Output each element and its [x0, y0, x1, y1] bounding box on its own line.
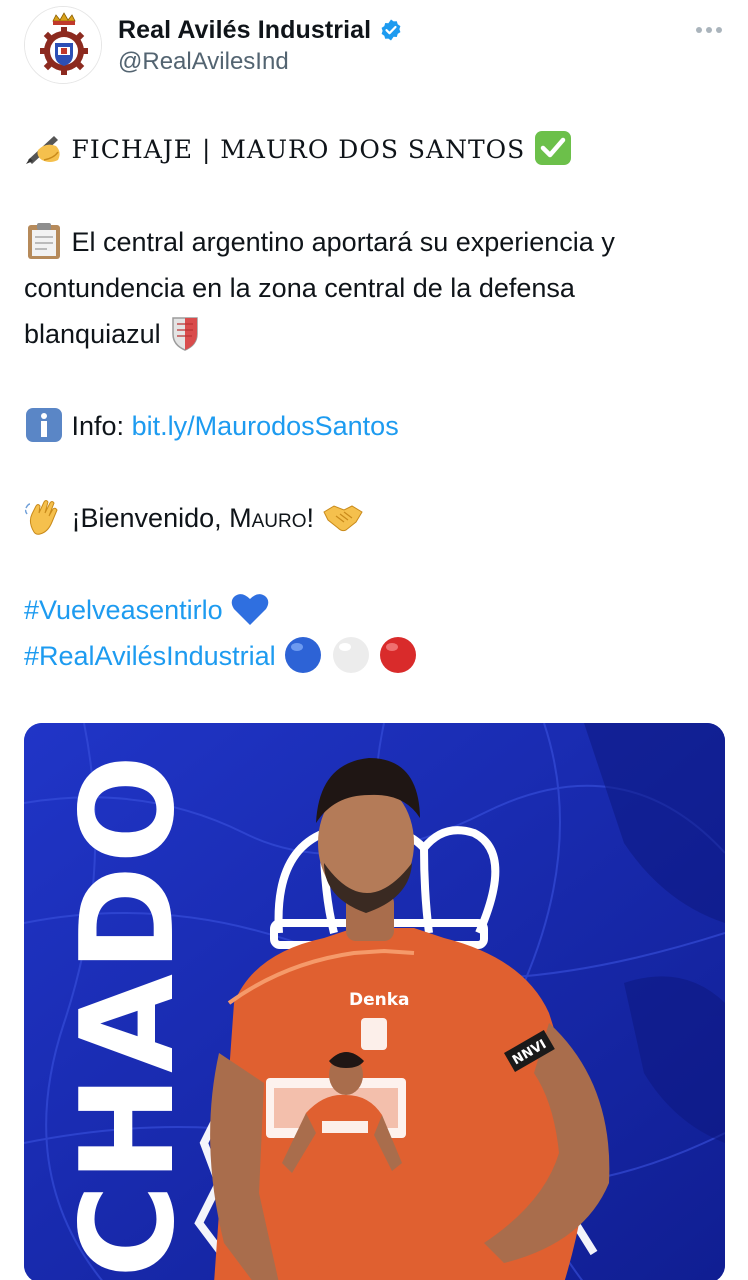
- dot: [706, 27, 712, 33]
- info-link[interactable]: bit.ly/MaurodosSantos: [132, 411, 399, 441]
- info-label: Info:: [71, 411, 132, 441]
- description-line-1: El central argentino aportará su experie…: [24, 219, 724, 265]
- user-handle[interactable]: @RealAvilesInd: [118, 48, 289, 76]
- description-line-2: contundencia en la zona central de la de…: [24, 265, 724, 311]
- description-line-3: blanquiazul: [24, 311, 724, 357]
- welcome-suffix: !: [306, 503, 315, 533]
- info-line: Info: bit.ly/MaurodosSantos: [24, 403, 724, 449]
- vertical-headline: CHADO: [54, 753, 203, 1278]
- headline-text: FICHAJE | MAURO DOS SANTOS: [71, 135, 526, 164]
- welcome-smallcaps: auro: [251, 503, 307, 533]
- welcome-line: ¡Bienvenido, Mauro!: [24, 495, 724, 541]
- check-mark-icon: [534, 130, 571, 165]
- tweet-header: Real Avilés Industrial @RealAvilesInd: [0, 0, 748, 96]
- hashtag-link[interactable]: #RealAvilésIndustrial: [24, 641, 276, 671]
- handshake-icon: [322, 505, 363, 532]
- description-text-1: El central argentino aportará su experie…: [71, 227, 615, 257]
- sponsor-text: Denka: [349, 990, 410, 1010]
- clipboard-icon: [28, 222, 60, 259]
- verified-badge-icon: [381, 19, 401, 41]
- waving-hand-icon: [24, 499, 58, 535]
- club-crest-icon: [25, 7, 101, 83]
- description-text-2: contundencia en la zona central de la de…: [24, 273, 575, 303]
- dot: [696, 27, 702, 33]
- hashtag-link[interactable]: #Vuelveasentirlo: [24, 595, 223, 625]
- info-icon: [26, 407, 62, 442]
- headline-line: FICHAJE | MAURO DOS SANTOS: [24, 126, 724, 173]
- player-announcement-graphic: CHADO Denka NNVI: [24, 723, 725, 1280]
- blue-heart-icon: [231, 593, 269, 625]
- more-options-icon[interactable]: [694, 22, 724, 38]
- avatar[interactable]: [24, 6, 102, 84]
- hashtag-line-1: #Vuelveasentirlo: [24, 587, 724, 633]
- tweet-text: FICHAJE | MAURO DOS SANTOS El central ar…: [24, 126, 724, 679]
- name-row: Real Avilés Industrial: [118, 14, 403, 46]
- welcome-prefix: ¡Bienvenido, M: [71, 503, 252, 533]
- white-circle-icon: [332, 636, 369, 673]
- dot: [716, 27, 722, 33]
- shield-icon: [172, 317, 198, 351]
- description-text-3: blanquiazul: [24, 319, 161, 349]
- hashtag-line-2: #RealAvilésIndustrial: [24, 633, 724, 679]
- tweet-media-image[interactable]: CHADO Denka NNVI: [24, 723, 725, 1280]
- writing-hand-icon: [26, 135, 60, 164]
- red-circle-icon: [380, 636, 417, 673]
- blue-circle-icon: [285, 636, 322, 673]
- display-name[interactable]: Real Avilés Industrial: [118, 16, 371, 45]
